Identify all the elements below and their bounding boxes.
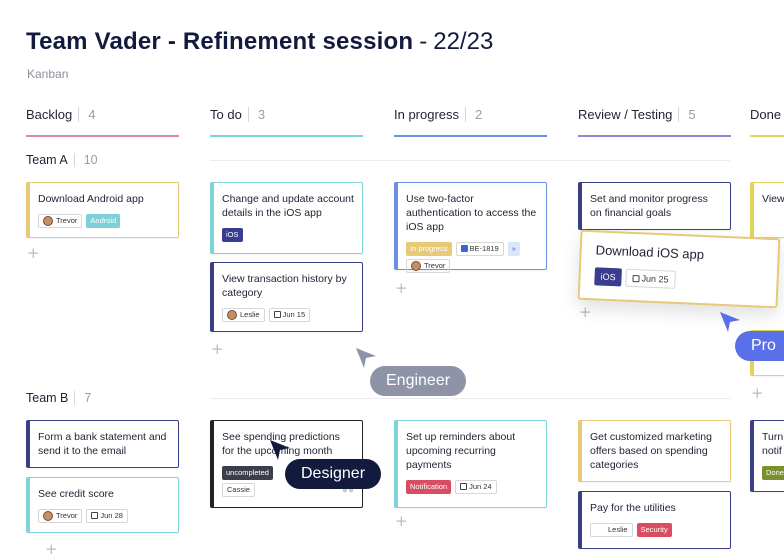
- add-card-button[interactable]: +: [579, 303, 592, 321]
- designer-cursor-icon: [270, 440, 290, 460]
- card-download-android-app[interactable]: Download Android app Trevor Android: [26, 182, 179, 238]
- engineer-cursor-icon: [356, 348, 376, 368]
- add-card-button[interactable]: +: [395, 279, 408, 297]
- tag-android: Android: [86, 214, 121, 228]
- column-accent-line: [210, 135, 363, 137]
- avatar: [43, 216, 53, 226]
- tag-uncompleted: uncompleted: [222, 466, 273, 480]
- pro-cursor-label: Pro: [735, 331, 784, 361]
- assignee: Trevor: [38, 214, 83, 228]
- card-form-bank-statement[interactable]: Form a bank statement and send it to the…: [26, 420, 179, 468]
- column-header-done[interactable]: Done: [750, 107, 781, 122]
- due-date: Jun 28: [86, 509, 128, 523]
- add-card-button[interactable]: +: [751, 384, 764, 402]
- card-marketing-offers[interactable]: Get customized marketing offers based on…: [578, 420, 731, 482]
- avatar: [411, 261, 421, 271]
- due-date: Jun 25: [625, 268, 676, 289]
- calendar-icon: [273, 311, 281, 318]
- column-count: 4: [78, 107, 96, 122]
- tag-done: Done: [762, 466, 784, 480]
- swimlane-team-b[interactable]: Team B7: [26, 391, 92, 405]
- column-header-todo[interactable]: To do 3: [210, 107, 266, 122]
- tag-notification: Notification: [406, 480, 452, 494]
- calendar-icon: [91, 512, 99, 519]
- designer-cursor-label: Designer: [285, 459, 382, 489]
- calendar-icon: [460, 483, 468, 490]
- card-pay-utilities[interactable]: Pay for the utilities Leslie Security: [578, 491, 731, 549]
- add-card-button[interactable]: +: [45, 540, 58, 558]
- lane-divider: [210, 160, 730, 161]
- card-two-factor-auth[interactable]: Use two-factor authentication to access …: [394, 182, 547, 273]
- assignee: Trevor: [38, 509, 83, 523]
- column-count: 2: [465, 107, 483, 122]
- dragged-card-download-ios[interactable]: Download iOS app iOS Jun 25: [577, 229, 781, 309]
- avatar: [227, 310, 237, 320]
- column-count: 3: [247, 107, 266, 122]
- card-see-credit-score[interactable]: See credit score Trevor Jun 28: [26, 477, 179, 533]
- ticket-icon: [460, 245, 468, 252]
- calendar-icon: [632, 274, 640, 283]
- avatar: [43, 511, 53, 521]
- avatar: [595, 525, 605, 535]
- card-reminders-recurring[interactable]: Set up reminders about upcoming recurrin…: [394, 420, 547, 508]
- assignee: Cassie: [222, 483, 255, 497]
- add-card-button[interactable]: +: [211, 340, 224, 358]
- add-card-button[interactable]: +: [27, 244, 40, 262]
- column-header-review-testing[interactable]: Review / Testing 5: [578, 107, 696, 122]
- card-monitor-progress[interactable]: Set and monitor progress on financial go…: [578, 182, 731, 230]
- ticket-id: BE-1819: [455, 242, 504, 256]
- column-count: 5: [678, 107, 696, 122]
- column-accent-line: [394, 135, 547, 137]
- status-badge: In progress: [406, 242, 452, 256]
- assignee: Leslie: [222, 308, 265, 322]
- lane-count: 10: [73, 153, 98, 167]
- engineer-cursor-label: Engineer: [370, 366, 467, 396]
- page-title: Team Vader - Refinement session -22/23: [26, 28, 494, 55]
- column-header-backlog[interactable]: Backlog 4: [26, 107, 96, 122]
- card-view-transaction-history[interactable]: View transaction history by category Les…: [210, 262, 363, 332]
- due-date: Jun 15: [268, 308, 311, 322]
- tag-ios: iOS: [222, 228, 243, 242]
- add-card-button[interactable]: +: [395, 512, 408, 530]
- swimlane-team-a[interactable]: Team A 10: [26, 153, 98, 167]
- board-type-label: Kanban: [27, 67, 69, 81]
- card-done-partial[interactable]: View: [750, 182, 784, 238]
- tag-security: Security: [636, 523, 672, 537]
- column-accent-line: [578, 135, 731, 137]
- column-accent-line: [26, 135, 179, 137]
- column-header-in-progress[interactable]: In progress 2: [394, 107, 483, 122]
- assignee: Trevor: [406, 259, 451, 273]
- priority-chevron-icon: »: [507, 242, 520, 256]
- card-done-turn-notif[interactable]: Turn notif Done: [750, 420, 784, 492]
- lane-divider: [210, 398, 730, 399]
- card-change-update-account[interactable]: Change and update account details in the…: [210, 182, 363, 254]
- assignee: Leslie: [590, 523, 633, 537]
- lane-count: 7: [74, 391, 92, 405]
- tag-ios: iOS: [594, 267, 622, 287]
- pro-cursor-icon: [720, 312, 740, 332]
- column-accent-line: [750, 135, 784, 137]
- due-date: Jun 24: [455, 480, 497, 494]
